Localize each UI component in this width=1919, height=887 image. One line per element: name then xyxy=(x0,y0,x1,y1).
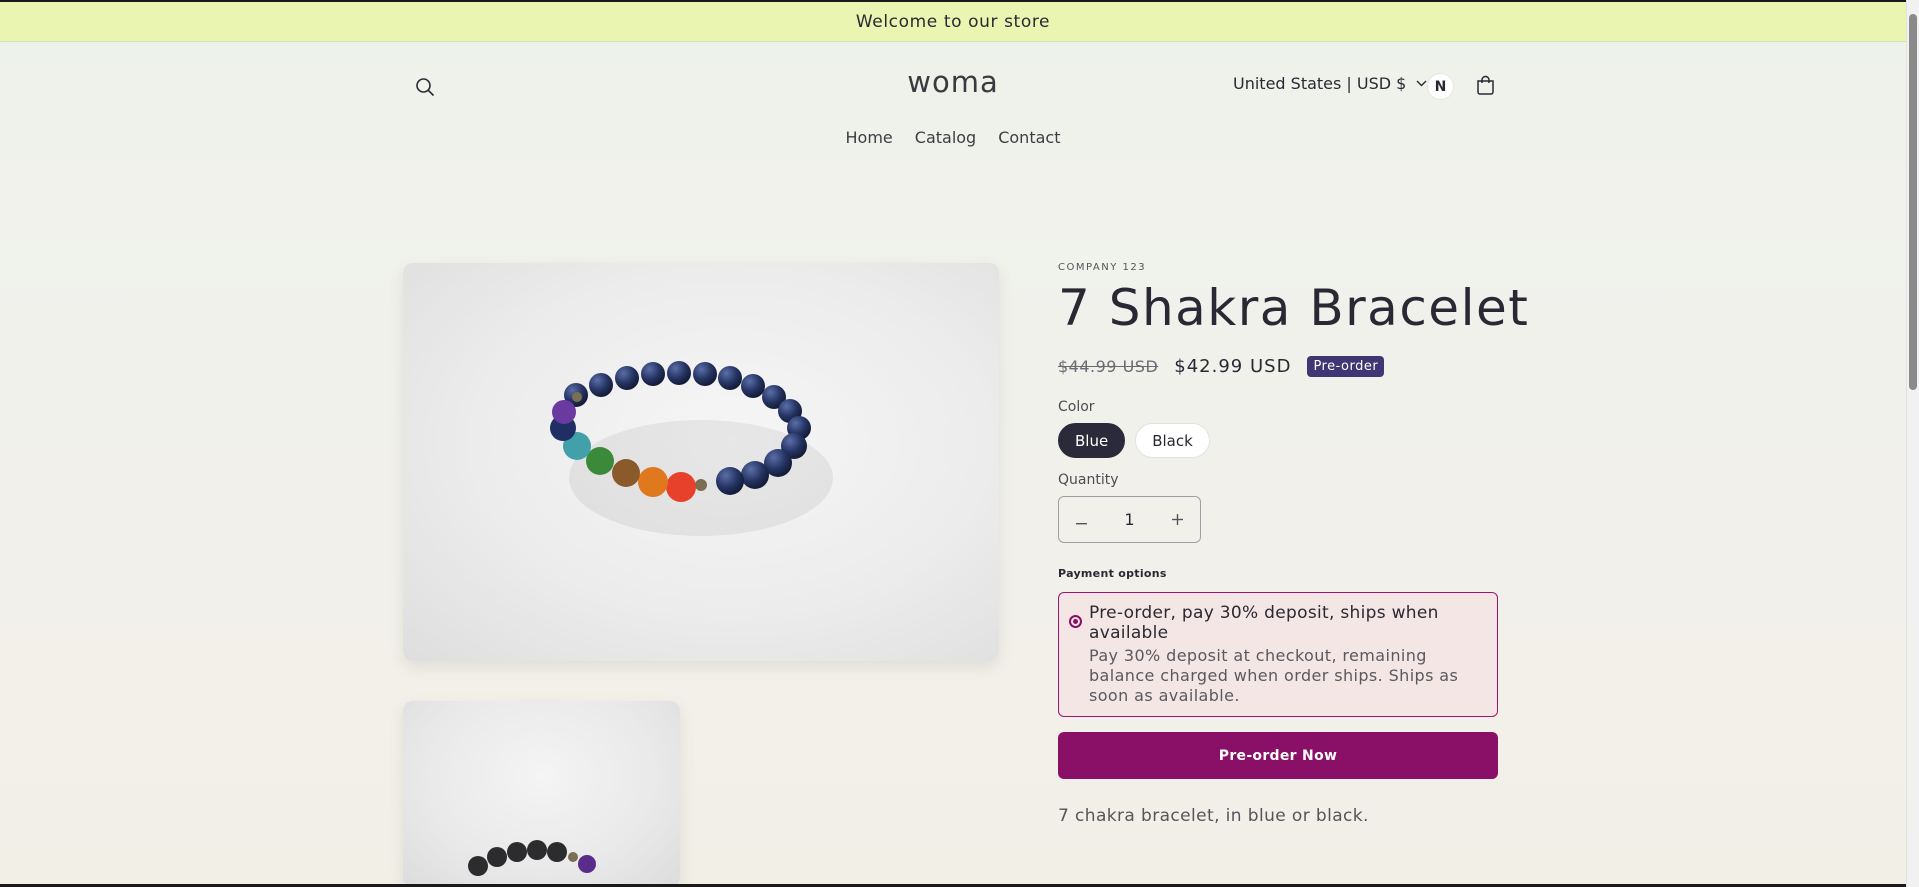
avatar-initial: N xyxy=(1434,78,1447,95)
payment-options-label: Payment options xyxy=(1058,567,1167,580)
color-option-black[interactable]: Black xyxy=(1135,423,1210,458)
quantity-stepper xyxy=(1058,496,1201,543)
payment-radio[interactable] xyxy=(1069,615,1082,628)
payment-option-description: Pay 30% deposit at checkout, remaining b… xyxy=(1089,646,1459,705)
country-selector-label[interactable]: United States | USD $ xyxy=(1233,74,1406,93)
minus-icon xyxy=(1076,523,1087,525)
chevron-down-icon xyxy=(1416,80,1427,87)
main-nav: Home Catalog Contact xyxy=(0,128,1906,147)
quantity-decrease-button[interactable] xyxy=(1059,497,1104,542)
nav-item-catalog[interactable]: Catalog xyxy=(915,128,976,147)
payment-option-preorder[interactable]: Pre-order, pay 30% deposit, ships when a… xyxy=(1058,592,1498,717)
scrollbar-thumb[interactable] xyxy=(1909,14,1917,390)
product-vendor: COMPANY 123 xyxy=(1058,262,1147,273)
color-options: Blue Black xyxy=(1058,423,1498,458)
quantity-label: Quantity xyxy=(1058,472,1119,488)
product-thumbnail-image[interactable] xyxy=(403,701,680,887)
product-description: 7 chakra bracelet, in blue or black. xyxy=(1058,806,1369,826)
product-title: 7 Shakra Bracelet xyxy=(1058,279,1530,337)
store-logo-text[interactable]: woma xyxy=(907,65,998,99)
product-info: COMPANY 123 7 Shakra Bracelet $44.99 USD… xyxy=(1058,262,1530,826)
country-selector[interactable]: United States | USD $ xyxy=(1233,74,1427,93)
price-row: $44.99 USD $42.99 USD Pre-order xyxy=(1058,356,1498,377)
compare-price: $44.99 USD xyxy=(1058,357,1159,376)
bracelet-thumbnail xyxy=(468,840,596,876)
color-label: Color xyxy=(1058,399,1095,415)
payment-option-title: Pre-order, pay 30% deposit, ships when a… xyxy=(1089,603,1439,643)
page-scrollbar[interactable] xyxy=(1906,0,1919,887)
product-main-image[interactable] xyxy=(403,263,999,661)
announcement-bar: Welcome to our store xyxy=(0,2,1906,42)
color-option-blue[interactable]: Blue xyxy=(1058,423,1126,458)
nav-item-contact[interactable]: Contact xyxy=(998,128,1060,147)
preorder-badge: Pre-order xyxy=(1307,356,1385,377)
preorder-now-button[interactable]: Pre-order Now xyxy=(1058,732,1498,779)
site-header: woma United States | USD $ N Home Catalo… xyxy=(0,43,1906,173)
announcement-text: Welcome to our store xyxy=(855,11,1051,32)
plus-icon xyxy=(1172,514,1183,525)
quantity-input[interactable] xyxy=(1104,510,1155,529)
account-avatar[interactable]: N xyxy=(1427,73,1454,100)
sale-price: $42.99 USD xyxy=(1174,356,1292,377)
bracelet-image xyxy=(550,361,833,536)
quantity-increase-button[interactable] xyxy=(1155,497,1200,542)
nav-item-home[interactable]: Home xyxy=(846,128,893,147)
store-logo[interactable]: woma xyxy=(0,65,1906,99)
cart-icon xyxy=(1476,75,1494,95)
cart-button[interactable] xyxy=(1470,70,1500,100)
